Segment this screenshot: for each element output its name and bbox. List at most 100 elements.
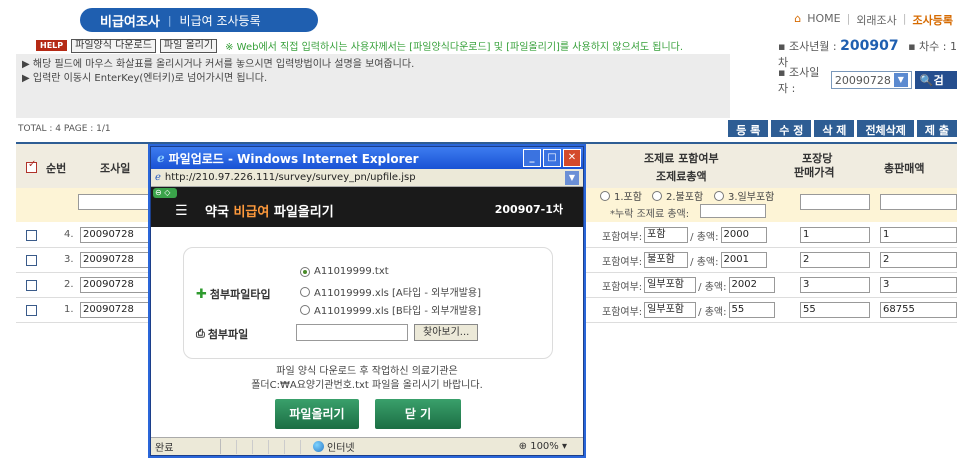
- row-amount-input[interactable]: 55: [728, 302, 775, 318]
- page-icon: ℯ: [155, 172, 161, 183]
- action-buttons: 등 록 수 정 삭 제 전체삭제 제 출: [728, 120, 957, 137]
- chevron-down-icon: ▼: [893, 73, 908, 87]
- select-all-checkbox[interactable]: [26, 159, 37, 173]
- edit-button[interactable]: 수 정: [771, 120, 812, 137]
- file-type-option-xls-b[interactable]: A11019999.xls [B타입 - 외부개발용]: [300, 302, 481, 317]
- row-checkbox[interactable]: [26, 255, 37, 266]
- row-unit-price-input[interactable]: 3: [800, 277, 870, 293]
- row-date-input[interactable]: 20090728: [80, 302, 152, 318]
- row-inclusion-select[interactable]: 불포함: [644, 252, 689, 268]
- upload-popup-window: ℯ 파일업로드 - Windows Internet Explorer _ □ …: [150, 146, 584, 456]
- row-checkbox[interactable]: [26, 280, 37, 291]
- row-number: 1.: [64, 304, 74, 315]
- breadcrumb-current[interactable]: 조사등록: [913, 12, 953, 28]
- file-type-label: ✚ 첨부파일타입: [196, 286, 271, 302]
- globe-icon: [313, 441, 324, 452]
- row-date-input[interactable]: 20090728: [80, 227, 152, 243]
- address-bar: ℯ http://210.97.226.111/survey/survey_pn…: [151, 169, 583, 187]
- header-inclusion-total: 조제료총액: [656, 170, 707, 183]
- file-type-option-xls-a[interactable]: A11019999.xls [A타입 - 외부개발용]: [300, 284, 481, 299]
- popup-title-bar[interactable]: ℯ 파일업로드 - Windows Internet Explorer _ □ …: [151, 147, 583, 169]
- radio-include[interactable]: 1.포함: [600, 188, 642, 203]
- help-note: ※ Web에서 직접 입력하시는 사용자께서는 [파일양식다운로드] 및 [파일…: [225, 42, 684, 53]
- popup-title: 파일업로드 - Windows Internet Explorer: [168, 151, 419, 166]
- minimize-button[interactable]: _: [523, 149, 541, 167]
- info-box: ▶ 해당 필드에 마우스 화살표를 올리시거나 커서를 놓으시면 입력방법이나 …: [16, 54, 730, 118]
- row-inclusion: 포함여부: 일부포함 / 총액: 55: [602, 302, 775, 318]
- breadcrumb: ⌂ HOME | 외래조사 | 조사등록: [794, 12, 953, 28]
- breadcrumb-home[interactable]: HOME: [807, 12, 840, 28]
- popup-close-button[interactable]: 닫 기: [375, 399, 461, 429]
- page-title-pill: 비급여조사 | 비급여 조사등록: [80, 8, 318, 32]
- file-type-option-txt[interactable]: A11019999.txt: [300, 266, 389, 277]
- date-filter-input[interactable]: [78, 194, 152, 210]
- popup-upload-button[interactable]: 파일올리기: [275, 399, 359, 429]
- row-inclusion-select[interactable]: 일부포함: [644, 277, 697, 293]
- row-total-sales-input[interactable]: 3: [880, 277, 957, 293]
- row-inclusion-select[interactable]: 일부포함: [644, 302, 697, 318]
- popup-code: 200907-1차: [494, 203, 563, 216]
- title-divider: |: [167, 13, 172, 27]
- total-count: TOTAL : 4 PAGE : 1/1: [18, 124, 111, 134]
- unit-price-filter-input[interactable]: [800, 194, 870, 210]
- security-zone: 인터넷: [313, 439, 355, 454]
- register-button[interactable]: 등 록: [728, 120, 769, 137]
- delete-button[interactable]: 삭 제: [814, 120, 855, 137]
- address-dropdown-icon[interactable]: ▼: [565, 170, 579, 185]
- row-amount-input[interactable]: 2001: [720, 252, 767, 268]
- row-number: 2.: [64, 279, 74, 290]
- page-subtitle: 비급여 조사등록: [179, 13, 261, 28]
- close-window-button[interactable]: ✕: [563, 149, 581, 167]
- row-checkbox[interactable]: [26, 230, 37, 241]
- status-done: 완료: [151, 439, 221, 454]
- date-label: ▪ 조사일자 :: [778, 66, 820, 95]
- header-total-sales: 총판매액: [884, 162, 925, 175]
- row-number: 3.: [64, 254, 74, 265]
- missing-total-input[interactable]: [700, 204, 766, 218]
- row-amount-input[interactable]: 2002: [728, 277, 775, 293]
- period-label: ▪ 조사년월 :: [778, 40, 837, 53]
- date-select[interactable]: 20090728 ▼: [830, 71, 912, 89]
- menu-lines-icon: ☰: [175, 203, 188, 219]
- upload-file-button[interactable]: 파일 올리기: [159, 38, 218, 53]
- row-date-input[interactable]: 20090728: [80, 252, 152, 268]
- missing-total-label: *누락 조제료 총액:: [610, 209, 690, 220]
- row-total-sales-input[interactable]: 1: [880, 227, 957, 243]
- zoom-level[interactable]: ⊕ 100% ▾: [519, 441, 567, 452]
- row-checkbox[interactable]: [26, 305, 37, 316]
- maximize-button[interactable]: □: [543, 149, 561, 167]
- address-url[interactable]: http://210.97.226.111/survey/survey_pn/u…: [165, 172, 561, 183]
- browse-button[interactable]: 찾아보기...: [414, 324, 479, 341]
- row-total-sales-input[interactable]: 2: [880, 252, 957, 268]
- submit-button[interactable]: 제 출: [916, 120, 957, 137]
- popup-heading: 약국 비급여 파일올리기: [205, 205, 334, 220]
- popup-header: ⊖ ◇ ☰ 약국 비급여 파일올리기 200907-1차: [151, 187, 583, 227]
- radio-exclude[interactable]: 2.불포함: [652, 188, 703, 203]
- tab-indicator-icon: ⊖ ◇: [153, 188, 177, 198]
- search-icon: 🔍: [919, 74, 934, 87]
- delete-all-button[interactable]: 전체삭제: [857, 120, 914, 137]
- row-date-input[interactable]: 20090728: [80, 277, 152, 293]
- search-button[interactable]: 🔍검 색: [914, 71, 957, 103]
- total-sales-filter-input[interactable]: [880, 194, 957, 210]
- radio-partial[interactable]: 3.일부포함: [714, 188, 774, 203]
- file-label: ⎙ 첨부파일: [196, 327, 249, 341]
- row-inclusion: 포함여부: 불포함 / 총액: 2001: [602, 252, 767, 268]
- period-value: 200907: [840, 38, 899, 54]
- download-template-button[interactable]: 파일양식 다운로드: [71, 38, 156, 53]
- breadcrumb-outpatient[interactable]: 외래조사: [856, 12, 896, 28]
- file-path-input[interactable]: [296, 324, 408, 341]
- home-icon[interactable]: ⌂: [794, 12, 801, 28]
- row-unit-price-input[interactable]: 55: [800, 302, 870, 318]
- row-unit-price-input[interactable]: 1: [800, 227, 870, 243]
- date-filter: ▪ 조사일자 : 20090728 ▼ 🔍검 색: [778, 64, 957, 103]
- header-date: 조사일: [100, 162, 131, 175]
- row-number: 4.: [64, 229, 74, 240]
- info-line: ▶ 해당 필드에 마우스 화살표를 올리시거나 커서를 놓으시면 입력방법이나 …: [22, 59, 415, 70]
- popup-body: ✚ 첨부파일타입 A11019999.txt A11019999.xls [A타…: [151, 227, 583, 437]
- row-amount-input[interactable]: 2000: [720, 227, 767, 243]
- header-inclusion: 조제료 포함여부: [644, 152, 719, 165]
- row-unit-price-input[interactable]: 2: [800, 252, 870, 268]
- row-total-sales-input[interactable]: 68755: [880, 302, 957, 318]
- row-inclusion-select[interactable]: 포함: [644, 227, 689, 243]
